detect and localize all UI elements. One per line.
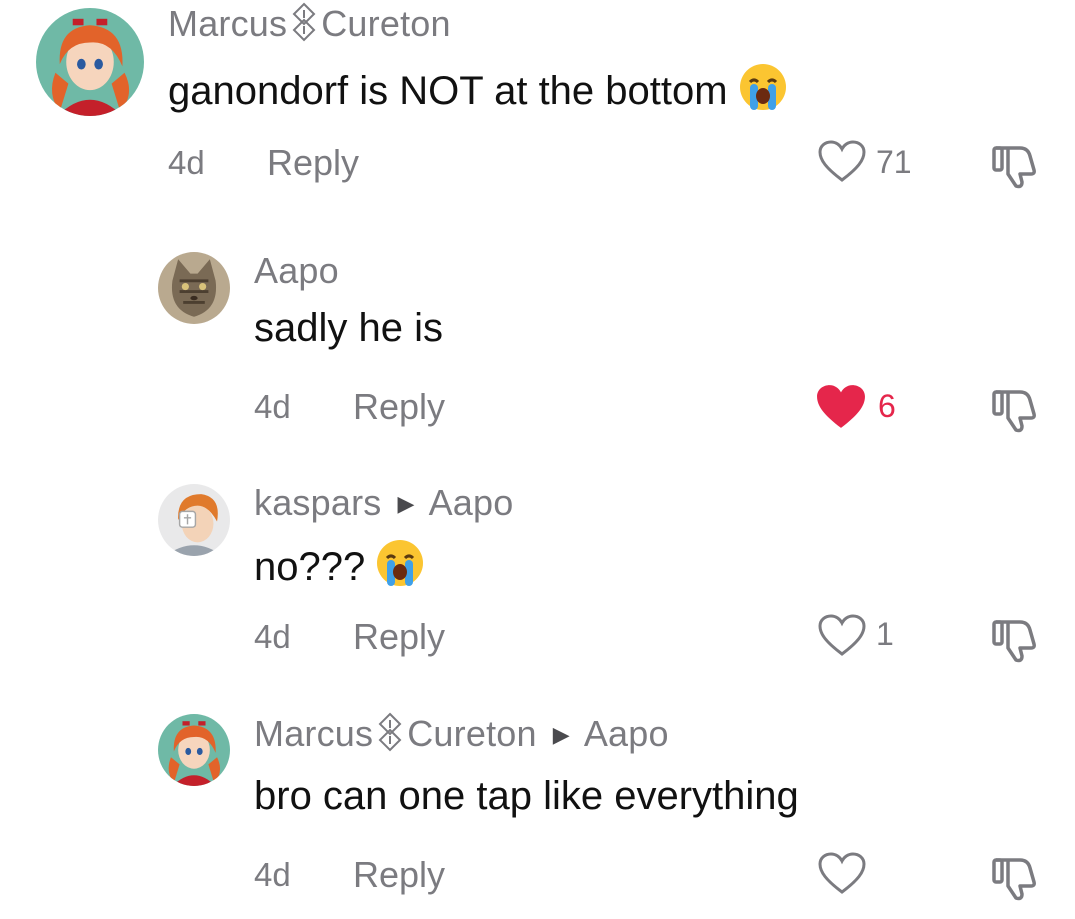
- like-count: 71: [876, 144, 912, 180]
- comment-time: 4d: [254, 388, 291, 425]
- avatar[interactable]: [158, 252, 230, 324]
- reply-button[interactable]: Reply: [353, 616, 445, 658]
- reply-arrow-icon: ▶: [397, 491, 415, 516]
- loudly-crying-emoji-icon: [375, 538, 425, 598]
- username[interactable]: Aapo: [254, 250, 339, 291]
- reply-arrow-icon: ▶: [552, 722, 570, 748]
- avatar[interactable]: [158, 714, 230, 786]
- username-suffix[interactable]: Cureton: [407, 713, 536, 754]
- comment-text: ganondorf is NOT at the bottom: [168, 69, 728, 113]
- comment-time: 4d: [254, 856, 291, 893]
- comment-text: sadly he is: [254, 306, 443, 350]
- username[interactable]: kaspars: [254, 482, 381, 523]
- reply-to-username[interactable]: Aapo: [584, 713, 669, 754]
- like-count: 1: [876, 616, 894, 652]
- comment-2: Aapo sadly he is 4d Reply 6: [0, 240, 1075, 440]
- comment-text: no???: [254, 545, 366, 589]
- avatar-anime-girl-icon: [36, 8, 144, 116]
- diamond-separator-icon: [377, 712, 403, 761]
- avatar[interactable]: [36, 8, 144, 116]
- heart-outline-icon[interactable]: [818, 852, 866, 901]
- avatar-cat-icon: [158, 252, 230, 324]
- username[interactable]: Marcus: [168, 3, 287, 44]
- reply-button[interactable]: Reply: [267, 142, 359, 184]
- username[interactable]: Marcus: [254, 713, 373, 754]
- comment-text: bro can one tap like everything: [254, 774, 799, 818]
- diamond-separator-icon: [291, 2, 317, 51]
- comment-3: kaspars ▶ Aapo no??? 4d Reply 1: [0, 470, 1075, 670]
- heart-outline-icon[interactable]: [818, 614, 866, 663]
- reply-to-username[interactable]: Aapo: [429, 482, 514, 523]
- avatar[interactable]: [158, 484, 230, 556]
- comment-1: Marcus Cureton ganondorf is NOT at the bo…: [0, 0, 1075, 200]
- comment-4: Marcus Cureton ▶ Aapo bro can one tap like …: [0, 700, 1075, 919]
- comment-time: 4d: [254, 618, 291, 655]
- username-suffix[interactable]: Cureton: [321, 3, 450, 44]
- reply-button[interactable]: Reply: [353, 386, 445, 428]
- heart-outline-icon[interactable]: [818, 140, 866, 189]
- thumbs-down-icon[interactable]: [990, 384, 1040, 439]
- thumbs-down-icon[interactable]: [990, 614, 1040, 669]
- thumbs-down-icon[interactable]: [990, 140, 1040, 195]
- heart-filled-icon[interactable]: [816, 384, 866, 435]
- loudly-crying-emoji-icon: [738, 62, 788, 122]
- reply-button[interactable]: Reply: [353, 854, 445, 896]
- thumbs-down-icon[interactable]: [990, 852, 1040, 907]
- comment-time: 4d: [168, 144, 205, 181]
- like-count: 6: [878, 388, 896, 424]
- avatar-anime-girl-icon: [158, 714, 230, 786]
- avatar-anime-boy-icon: [158, 484, 230, 556]
